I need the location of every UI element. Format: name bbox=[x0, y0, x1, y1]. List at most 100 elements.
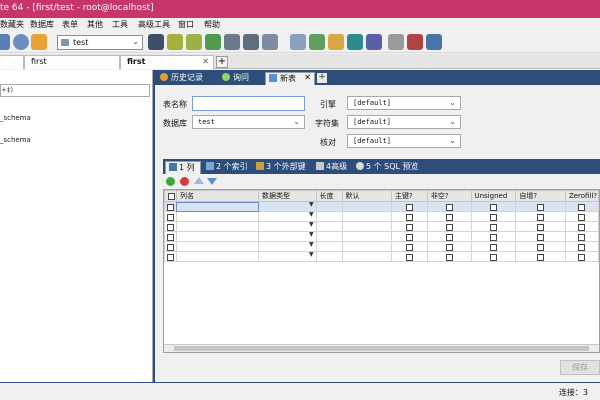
session-tab-first-2[interactable]: first ✕ bbox=[120, 55, 214, 69]
select-all-header[interactable] bbox=[164, 190, 177, 202]
row-select-checkbox[interactable] bbox=[164, 211, 177, 222]
tab-sql-preview[interactable]: 5 个 SQL 预览 bbox=[353, 161, 421, 174]
datatype-cell[interactable]: ▼ bbox=[258, 231, 317, 242]
filter-input[interactable]: +‡) bbox=[0, 84, 150, 97]
table-data-icon[interactable] bbox=[262, 34, 278, 50]
session-tab-first-1[interactable]: first bbox=[24, 55, 120, 69]
primary-key-checkbox[interactable] bbox=[391, 211, 428, 222]
col-header-default[interactable]: 默认 bbox=[341, 190, 393, 202]
not-null-checkbox[interactable] bbox=[426, 211, 472, 222]
datatype-cell[interactable]: ▼ bbox=[258, 201, 317, 212]
tab-history[interactable]: 历史记录 bbox=[157, 72, 219, 85]
length-cell[interactable] bbox=[315, 221, 343, 232]
menu-tools[interactable]: 工具 bbox=[112, 19, 128, 30]
row-select-checkbox[interactable] bbox=[164, 241, 177, 252]
scheduler-icon[interactable] bbox=[407, 34, 423, 50]
tree-item-schema-2[interactable]: _schema bbox=[0, 136, 31, 144]
connect-icon[interactable] bbox=[0, 34, 10, 50]
menu-window[interactable]: 窗口 bbox=[178, 19, 194, 30]
console-icon[interactable] bbox=[388, 34, 404, 50]
close-icon[interactable]: ✕ bbox=[202, 57, 209, 66]
column-name-cell[interactable] bbox=[175, 201, 260, 212]
menu-table[interactable]: 表单 bbox=[62, 19, 78, 30]
database-field-select[interactable]: test ⌄ bbox=[192, 115, 305, 129]
save-button[interactable]: 保存 bbox=[560, 360, 600, 375]
import-icon[interactable] bbox=[309, 34, 325, 50]
tab-query[interactable]: 询问 bbox=[219, 72, 263, 85]
zerofill-checkbox[interactable] bbox=[564, 251, 599, 262]
restore-icon[interactable] bbox=[205, 34, 221, 50]
tab-columns[interactable]: 1 列 bbox=[165, 161, 201, 174]
column-name-cell[interactable] bbox=[175, 221, 260, 232]
tab-indexes[interactable]: 2 个索引 bbox=[203, 161, 251, 174]
tab-advanced[interactable]: 4高级 bbox=[313, 161, 351, 174]
delete-column-icon[interactable] bbox=[180, 177, 189, 186]
user-icon[interactable] bbox=[148, 34, 164, 50]
not-null-checkbox[interactable] bbox=[426, 241, 472, 252]
col-header-primary-key[interactable]: 主键? bbox=[391, 190, 428, 202]
col-header-name[interactable]: 列名 bbox=[175, 190, 260, 202]
not-null-checkbox[interactable] bbox=[426, 231, 472, 242]
row-select-checkbox[interactable] bbox=[164, 251, 177, 262]
length-cell[interactable] bbox=[315, 231, 343, 242]
column-name-cell[interactable] bbox=[175, 241, 260, 252]
refresh-icon[interactable] bbox=[13, 34, 29, 50]
move-up-icon[interactable] bbox=[194, 177, 204, 184]
datatype-cell[interactable]: ▼ bbox=[258, 211, 317, 222]
add-column-icon[interactable] bbox=[166, 177, 175, 186]
col-header-not-null[interactable]: 非空? bbox=[426, 190, 472, 202]
table-row[interactable]: ▼ bbox=[164, 221, 599, 232]
column-name-cell[interactable] bbox=[175, 211, 260, 222]
menu-database[interactable]: 数据库 bbox=[30, 19, 54, 30]
scrollbar-thumb[interactable] bbox=[174, 346, 589, 351]
charset-select[interactable]: [default] ⌄ bbox=[347, 115, 461, 129]
unsigned-checkbox[interactable] bbox=[470, 231, 517, 242]
col-header-unsigned[interactable]: Unsigned bbox=[470, 190, 517, 202]
help-icon[interactable] bbox=[426, 34, 442, 50]
unsigned-checkbox[interactable] bbox=[470, 241, 517, 252]
default-cell[interactable] bbox=[341, 201, 393, 212]
menu-other[interactable]: 其他 bbox=[87, 19, 103, 30]
length-cell[interactable] bbox=[315, 251, 343, 262]
row-select-checkbox[interactable] bbox=[164, 201, 177, 212]
schema-designer-icon[interactable] bbox=[224, 34, 240, 50]
length-cell[interactable] bbox=[315, 201, 343, 212]
primary-key-checkbox[interactable] bbox=[391, 221, 428, 232]
tab-foreign-keys[interactable]: 3 个外部键 bbox=[253, 161, 311, 174]
datatype-cell[interactable]: ▼ bbox=[258, 241, 317, 252]
not-null-checkbox[interactable] bbox=[426, 221, 472, 232]
table-name-input[interactable] bbox=[192, 96, 305, 111]
length-cell[interactable] bbox=[315, 211, 343, 222]
execute-query-icon[interactable] bbox=[167, 34, 183, 50]
zerofill-checkbox[interactable] bbox=[564, 221, 599, 232]
length-cell[interactable] bbox=[315, 241, 343, 252]
engine-select[interactable]: [default] ⌄ bbox=[347, 96, 461, 110]
sync-icon[interactable] bbox=[347, 34, 363, 50]
add-session-button[interactable]: + bbox=[216, 56, 228, 68]
unsigned-checkbox[interactable] bbox=[470, 221, 517, 232]
default-cell[interactable] bbox=[341, 221, 393, 232]
database-select[interactable]: test ⌄ bbox=[57, 35, 143, 50]
export-icon[interactable] bbox=[328, 34, 344, 50]
tree-item-schema-1[interactable]: _schema bbox=[0, 114, 31, 122]
new-database-icon[interactable] bbox=[31, 34, 47, 50]
horizontal-scrollbar[interactable] bbox=[164, 344, 599, 352]
primary-key-checkbox[interactable] bbox=[391, 231, 428, 242]
table-row[interactable]: ▼ bbox=[164, 211, 599, 222]
move-down-icon[interactable] bbox=[207, 178, 217, 185]
auto-increment-checkbox[interactable] bbox=[515, 211, 566, 222]
primary-key-checkbox[interactable] bbox=[391, 251, 428, 262]
unsigned-checkbox[interactable] bbox=[470, 201, 517, 212]
close-icon[interactable]: ✕ bbox=[304, 73, 311, 82]
zerofill-checkbox[interactable] bbox=[564, 201, 599, 212]
search-icon[interactable] bbox=[366, 34, 382, 50]
unsigned-checkbox[interactable] bbox=[470, 251, 517, 262]
default-cell[interactable] bbox=[341, 231, 393, 242]
menu-help[interactable]: 帮助 bbox=[204, 19, 220, 30]
auto-increment-checkbox[interactable] bbox=[515, 221, 566, 232]
default-cell[interactable] bbox=[341, 251, 393, 262]
zerofill-checkbox[interactable] bbox=[564, 241, 599, 252]
table-row[interactable]: ▼ bbox=[164, 251, 599, 262]
datatype-cell[interactable]: ▼ bbox=[258, 251, 317, 262]
column-name-cell[interactable] bbox=[175, 231, 260, 242]
